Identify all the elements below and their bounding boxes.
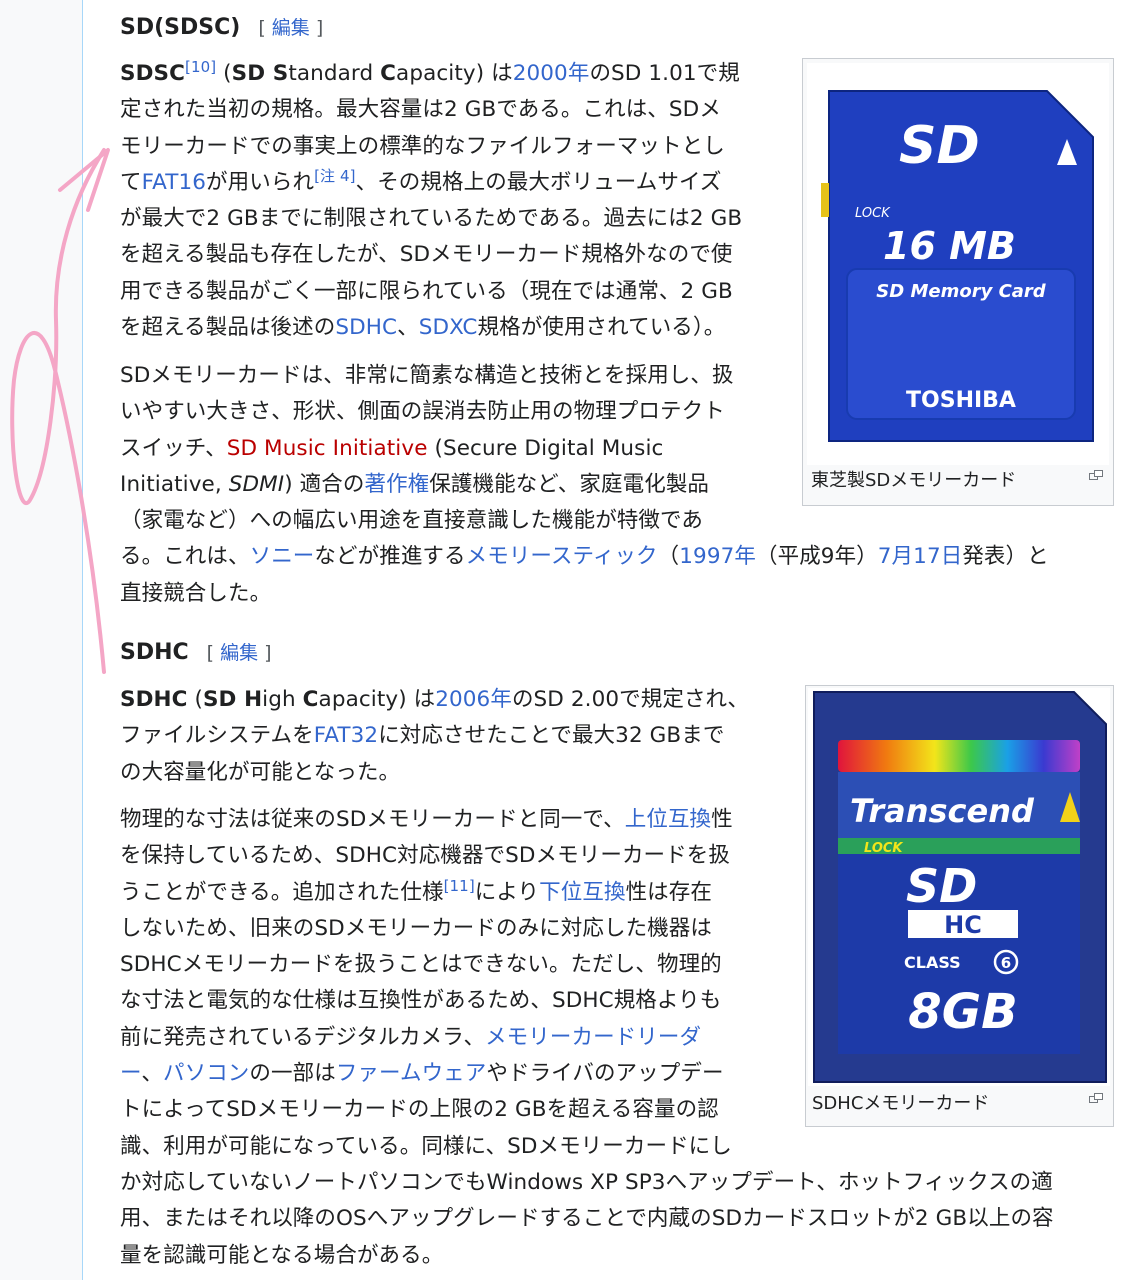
link-card-reader-cont[interactable]: ー [120, 1061, 141, 1086]
paragraph-sdhc-1: SDHC (SD High Capacity) は2006年のSD 2.00で規… [120, 682, 749, 791]
card-class-number: 6 [1001, 954, 1011, 972]
text-line: 定された当初の規格。最大容量は2 GBである。これは、SDメ [120, 97, 721, 123]
term-sdsc: SDSC [120, 61, 185, 86]
text-line: が最大で2 GBまでに制限されているためである。過去には2 GB [120, 206, 743, 232]
redlink-sd-music-initiative[interactable]: SD Music Initiative [227, 436, 428, 461]
link-sdhc[interactable]: SDHC [335, 315, 397, 340]
heading-text: SDHC [120, 640, 189, 665]
thumbnail-transcend: Transcend LOCK SD HC CLASS 6 8GB SDHCメモリ… [805, 685, 1114, 1127]
card-capacity-text: 8GB [908, 984, 1017, 1040]
toshiba-sd-card-image[interactable]: SD LOCK 16 MB SD Memory Card TOSHIBA [807, 63, 1109, 465]
text-line: （家電など）への幅広い用途を直接意識した機能が特徴であ [120, 508, 703, 534]
magnify-icon[interactable] [1089, 1092, 1103, 1106]
edit-link-sdsc: [ 編集 ] [258, 17, 324, 39]
link-sony[interactable]: ソニー [250, 544, 315, 569]
link-1997[interactable]: 1997年 [679, 544, 756, 569]
card-capacity-text: 16 MB [883, 224, 1016, 268]
edit-button[interactable]: 編集 [220, 642, 258, 664]
card-logo-text: SD [899, 116, 980, 176]
section-heading-sdsc: SD(SDSC) [ 編集 ] [120, 13, 323, 43]
text-line: 量を認識可能となる場合がある。 [120, 1242, 444, 1268]
link-memory-stick[interactable]: メモリースティック [466, 544, 658, 569]
card-brand-text: TOSHIBA [906, 388, 1016, 413]
card-hc-text: HC [944, 911, 982, 939]
text-line: 識、利用が可能になっている。同様に、SDメモリーカードにし [120, 1133, 732, 1159]
card-lock-text: LOCK [864, 841, 903, 856]
link-fat16[interactable]: FAT16 [142, 170, 206, 195]
link-fat32[interactable]: FAT32 [314, 723, 378, 748]
thumb-caption: SDHCメモリーカード [812, 1093, 990, 1114]
paragraph-sdsc-1: SDSC[10] (SD Standard Capacity) は2000年のS… [120, 57, 743, 341]
link-card-reader[interactable]: メモリーカードリーダ [485, 1025, 701, 1050]
text-line: モリーカードでの事実上の標準的なファイルフォーマットとし [120, 133, 725, 159]
thumb-caption: 東芝製SDメモリーカード [811, 470, 1017, 491]
ref-10[interactable]: [10] [185, 58, 216, 76]
link-sdxc[interactable]: SDXC [419, 315, 478, 340]
text-line: 用、またはそれ以降のOSへアップグレードすることで内蔵のSDカードスロットが2 … [120, 1206, 1054, 1232]
text-line: か対応していないノートパソコンでもWindows XP SP3へアップデート、ホ… [120, 1169, 1053, 1195]
card-name-text: SD Memory Card [876, 281, 1047, 302]
text-line: 用できる製品がごく一部に限られている（現在では通常、2 GB [120, 278, 733, 304]
link-2000[interactable]: 2000年 [513, 61, 590, 86]
link-pc[interactable]: パソコン [163, 1061, 249, 1086]
link-2006[interactable]: 2006年 [435, 687, 512, 712]
heading-text: SD(SDSC) [120, 15, 241, 40]
note-4[interactable]: [注 4] [314, 167, 356, 185]
text-line: 直接競合した。 [120, 580, 272, 606]
card-logo-text: SD [906, 859, 977, 913]
card-lock-text: LOCK [855, 206, 891, 221]
section-heading-sdhc: SDHC [ 編集 ] [120, 638, 272, 668]
link-upward-compat[interactable]: 上位互換 [625, 807, 711, 832]
link-july-17[interactable]: 7月17日 [878, 544, 963, 569]
edit-link-sdhc: [ 編集 ] [206, 642, 272, 664]
text-line: の大容量化が可能となった。 [120, 759, 401, 785]
text-line: を超える製品も存在したが、SDメモリーカード規格外なので使 [120, 242, 733, 268]
magnify-icon[interactable] [1089, 469, 1103, 483]
link-firmware[interactable]: ファームウェア [336, 1061, 487, 1086]
link-copyright[interactable]: 著作権 [364, 472, 429, 497]
transcend-sdhc-card-image[interactable]: Transcend LOCK SD HC CLASS 6 8GB [808, 688, 1110, 1086]
ref-11[interactable]: [11] [444, 876, 475, 894]
card-brand-text: Transcend [850, 792, 1035, 830]
thumbnail-toshiba: SD LOCK 16 MB SD Memory Card TOSHIBA 東芝製… [802, 58, 1114, 506]
left-sidebar [0, 0, 83, 1280]
card-class-text: CLASS [904, 953, 961, 972]
link-backward-compat[interactable]: 下位互換 [539, 880, 625, 905]
term-sdhc: SDHC [120, 687, 188, 712]
edit-button[interactable]: 編集 [272, 17, 310, 39]
